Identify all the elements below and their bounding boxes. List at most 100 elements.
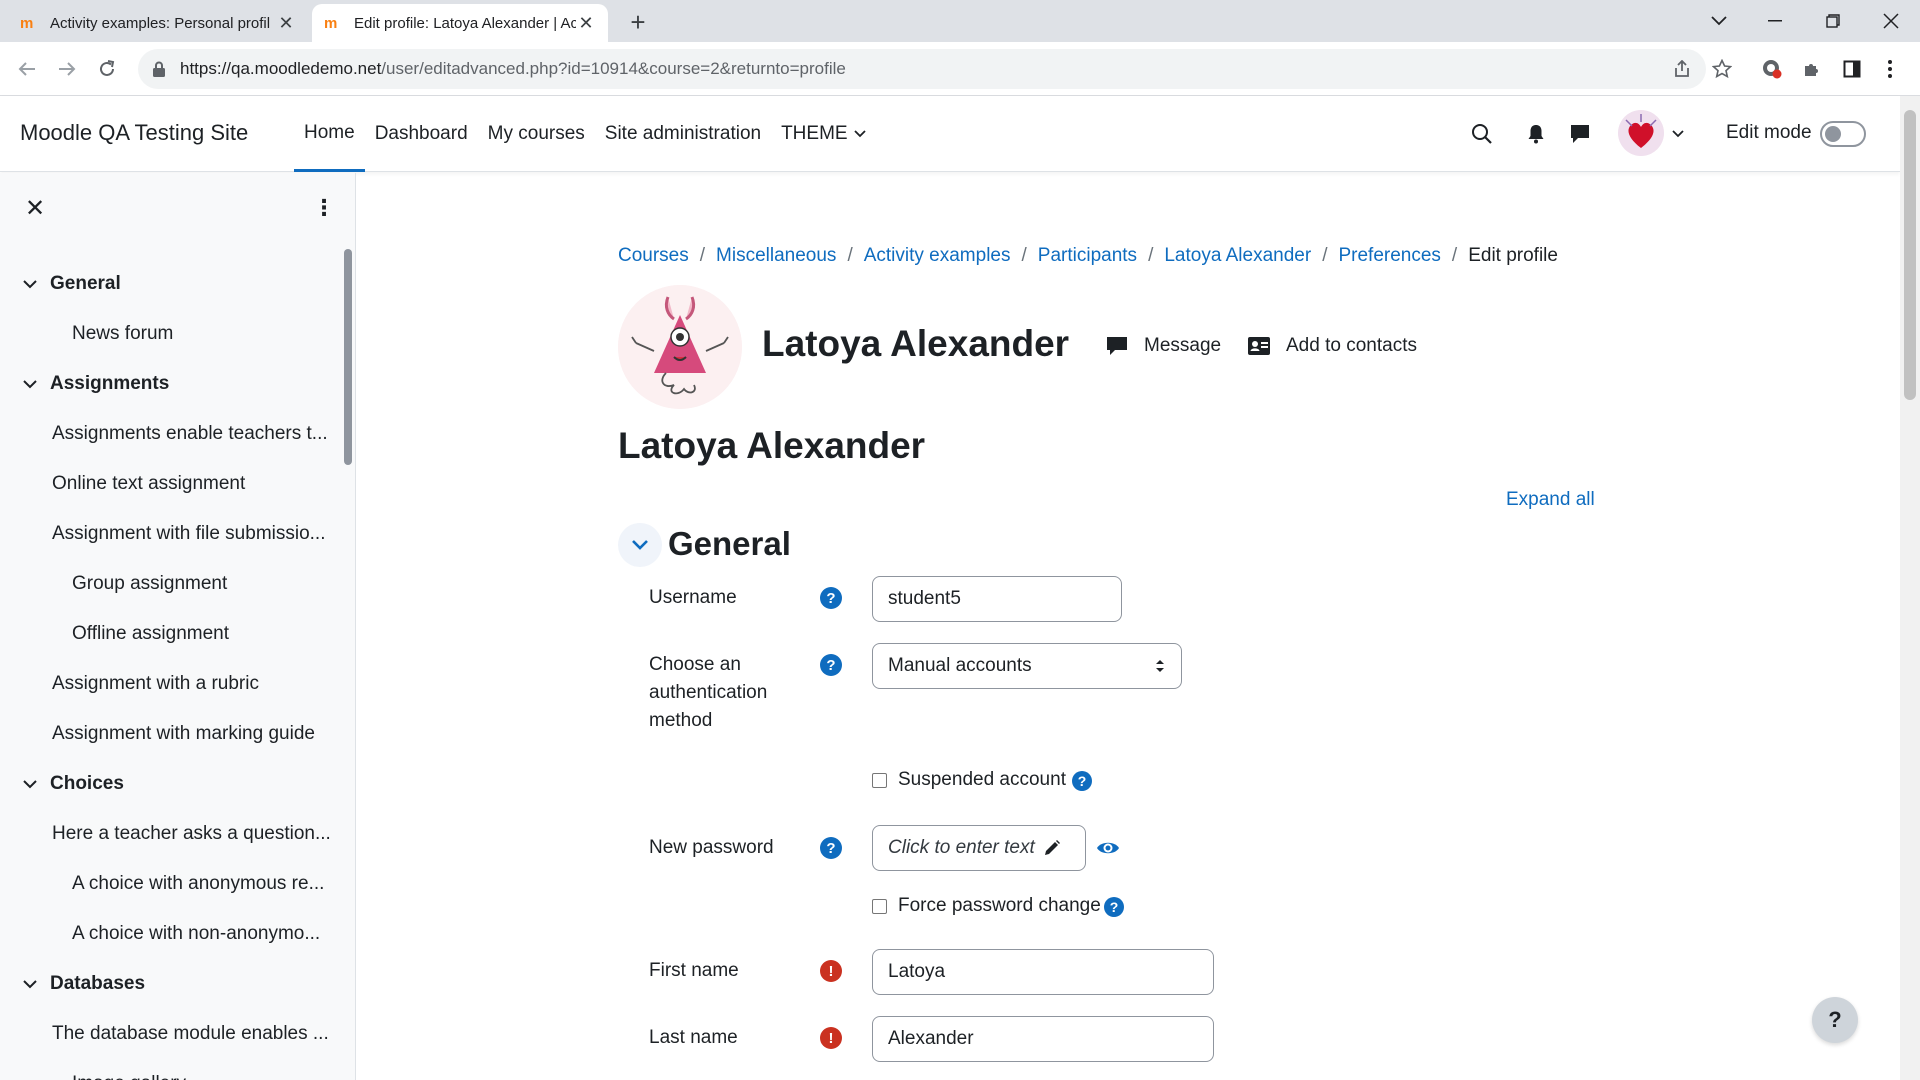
message-button[interactable]: Message <box>1106 335 1221 357</box>
drawer-item-label: Assignment with file submissio... <box>52 523 326 544</box>
close-drawer-icon[interactable]: ✕ <box>20 193 50 223</box>
help-question-icon[interactable]: ? <box>820 587 842 609</box>
expand-all-link[interactable]: Expand all <box>1506 489 1595 511</box>
force-password-change-checkbox[interactable] <box>872 898 887 914</box>
drawer-item-label: Choices <box>50 773 124 794</box>
help-question-icon[interactable]: ? <box>1104 897 1124 917</box>
drawer-item-label: A choice with anonymous re... <box>72 873 325 894</box>
username-input[interactable]: student5 <box>872 576 1122 622</box>
drawer-section[interactable]: Choices <box>0 759 340 809</box>
tab-close-icon[interactable]: ✕ <box>576 13 596 34</box>
browser-menu-icon[interactable] <box>1876 55 1904 83</box>
window-close-icon[interactable] <box>1876 6 1906 36</box>
breadcrumb-item[interactable]: Latoya Alexander <box>1164 245 1311 267</box>
breadcrumb-item[interactable]: Activity examples <box>864 245 1011 267</box>
breadcrumb-item[interactable]: Preferences <box>1338 245 1440 267</box>
add-to-contacts-button[interactable]: Add to contacts <box>1248 335 1417 357</box>
moodle-favicon-icon: m <box>20 14 34 32</box>
bookmark-star-icon[interactable] <box>1708 55 1736 83</box>
nav-theme-label: THEME <box>781 123 848 144</box>
drawer-activity-item[interactable]: Assignment with a rubric <box>0 659 340 709</box>
drawer-activity-item[interactable]: Offline assignment <box>0 609 340 659</box>
share-icon[interactable] <box>1668 55 1696 83</box>
main-content: Courses / Miscellaneous / Activity examples /… <box>356 173 1900 1080</box>
drawer-section[interactable]: General <box>0 259 340 309</box>
page-scrollbar-thumb[interactable] <box>1904 110 1916 400</box>
drawer-activity-item[interactable]: Online text assignment <box>0 459 340 509</box>
nav-theme-dropdown[interactable]: THEME <box>771 96 876 172</box>
auth-method-label: Choose an authentication method <box>649 654 768 731</box>
breadcrumb-item[interactable]: Miscellaneous <box>716 245 836 267</box>
reveal-password-eye-icon[interactable] <box>1096 839 1120 857</box>
drawer-activity-item[interactable]: Assignments enable teachers t... <box>0 409 340 459</box>
side-panel-icon[interactable] <box>1838 55 1866 83</box>
suspended-account-checkbox[interactable] <box>872 772 887 788</box>
nav-dashboard[interactable]: Dashboard <box>365 96 478 172</box>
help-question-icon[interactable]: ? <box>820 837 842 859</box>
url-field[interactable]: https://qa.moodledemo.net/user/editadvan… <box>138 49 1706 89</box>
drawer-activity-item[interactable]: Here a teacher asks a question... <box>0 809 340 859</box>
suspended-account-label: Suspended account <box>898 769 1066 790</box>
minimize-icon[interactable] <box>1760 6 1790 36</box>
drawer-activity-item[interactable]: The database module enables ... <box>0 1009 340 1059</box>
drawer-item-label: Assignments enable teachers t... <box>52 423 328 444</box>
tab-close-icon[interactable]: ✕ <box>276 13 296 34</box>
breadcrumb-separator: / <box>699 245 706 266</box>
drawer-activity-item[interactable]: A choice with anonymous re... <box>0 859 340 909</box>
browser-tab-edit-profile[interactable]: m Edit profile: Latoya Alexander | Ac ✕ <box>312 4 608 42</box>
drawer-activity-item[interactable]: A choice with non-anonymo... <box>0 909 340 959</box>
help-question-icon[interactable]: ? <box>1072 771 1092 791</box>
breadcrumb-item[interactable]: Participants <box>1038 245 1137 267</box>
drawer-activity-item[interactable]: Assignment with marking guide <box>0 709 340 759</box>
chevron-down-icon[interactable] <box>22 776 38 792</box>
tab-search-chevron-icon[interactable] <box>1704 6 1734 36</box>
section-collapse-toggle[interactable] <box>618 523 662 567</box>
site-navbar: Moodle QA Testing Site Home Dashboard My… <box>0 96 1900 172</box>
section-title-general: General <box>668 525 791 562</box>
nav-my-courses[interactable]: My courses <box>478 96 595 172</box>
drawer-activity-item[interactable]: Group assignment <box>0 559 340 609</box>
chevron-down-icon[interactable] <box>22 276 38 292</box>
primary-navigation: Home Dashboard My courses Site administr… <box>294 96 876 172</box>
browser-address-bar: https://qa.moodledemo.net/user/editadvan… <box>0 42 1920 96</box>
last-name-input[interactable]: Alexander <box>872 1016 1214 1062</box>
force-password-change-label: Force password change <box>898 895 1101 916</box>
drawer-item-label: The database module enables ... <box>52 1023 329 1044</box>
page-scrollbar[interactable] <box>1900 96 1920 1080</box>
nav-home[interactable]: Home <box>294 96 365 172</box>
extension-shield-icon[interactable] <box>1758 55 1786 83</box>
restore-icon[interactable] <box>1818 6 1848 36</box>
moodle-favicon-icon: m <box>324 14 338 32</box>
drawer-activity-item[interactable]: News forum <box>0 309 340 359</box>
drawer-scrollbar[interactable] <box>344 249 352 465</box>
site-name[interactable]: Moodle QA Testing Site <box>20 120 248 146</box>
nav-site-administration[interactable]: Site administration <box>595 96 771 172</box>
edit-mode-toggle[interactable] <box>1820 121 1866 147</box>
chevron-down-icon[interactable] <box>22 976 38 992</box>
new-password-input[interactable]: Click to enter text <box>872 825 1086 871</box>
more-options-icon[interactable]: ⋮ <box>310 193 338 223</box>
reload-icon[interactable] <box>92 54 122 84</box>
new-tab-icon[interactable]: + <box>624 7 652 37</box>
chevron-down-icon[interactable] <box>22 376 38 392</box>
drawer-item-label: Databases <box>50 973 146 994</box>
user-menu-chevron-icon[interactable] <box>1672 130 1684 138</box>
browser-tab-activity-examples[interactable]: m Activity examples: Personal profil ✕ <box>8 4 308 42</box>
extensions-puzzle-icon[interactable] <box>1798 55 1826 83</box>
user-avatar[interactable] <box>1618 110 1664 156</box>
back-arrow-icon[interactable] <box>12 54 42 84</box>
drawer-activity-item[interactable]: Assignment with file submissio... <box>0 509 340 559</box>
breadcrumb-item[interactable]: Courses <box>618 245 689 267</box>
help-footer-button[interactable]: ? <box>1812 997 1858 1043</box>
help-question-icon[interactable]: ? <box>820 654 842 676</box>
first-name-input[interactable]: Latoya <box>872 949 1214 995</box>
messages-icon[interactable] <box>1564 118 1596 150</box>
notifications-bell-icon[interactable] <box>1520 118 1552 150</box>
search-icon[interactable] <box>1466 118 1498 150</box>
drawer-activity-item[interactable]: Image gallery <box>0 1059 340 1080</box>
forward-arrow-icon[interactable] <box>52 54 82 84</box>
drawer-section[interactable]: Assignments <box>0 359 340 409</box>
drawer-item-label: Assignment with a rubric <box>52 673 259 694</box>
auth-method-select[interactable]: Manual accounts <box>872 643 1182 689</box>
drawer-section[interactable]: Databases <box>0 959 340 1009</box>
